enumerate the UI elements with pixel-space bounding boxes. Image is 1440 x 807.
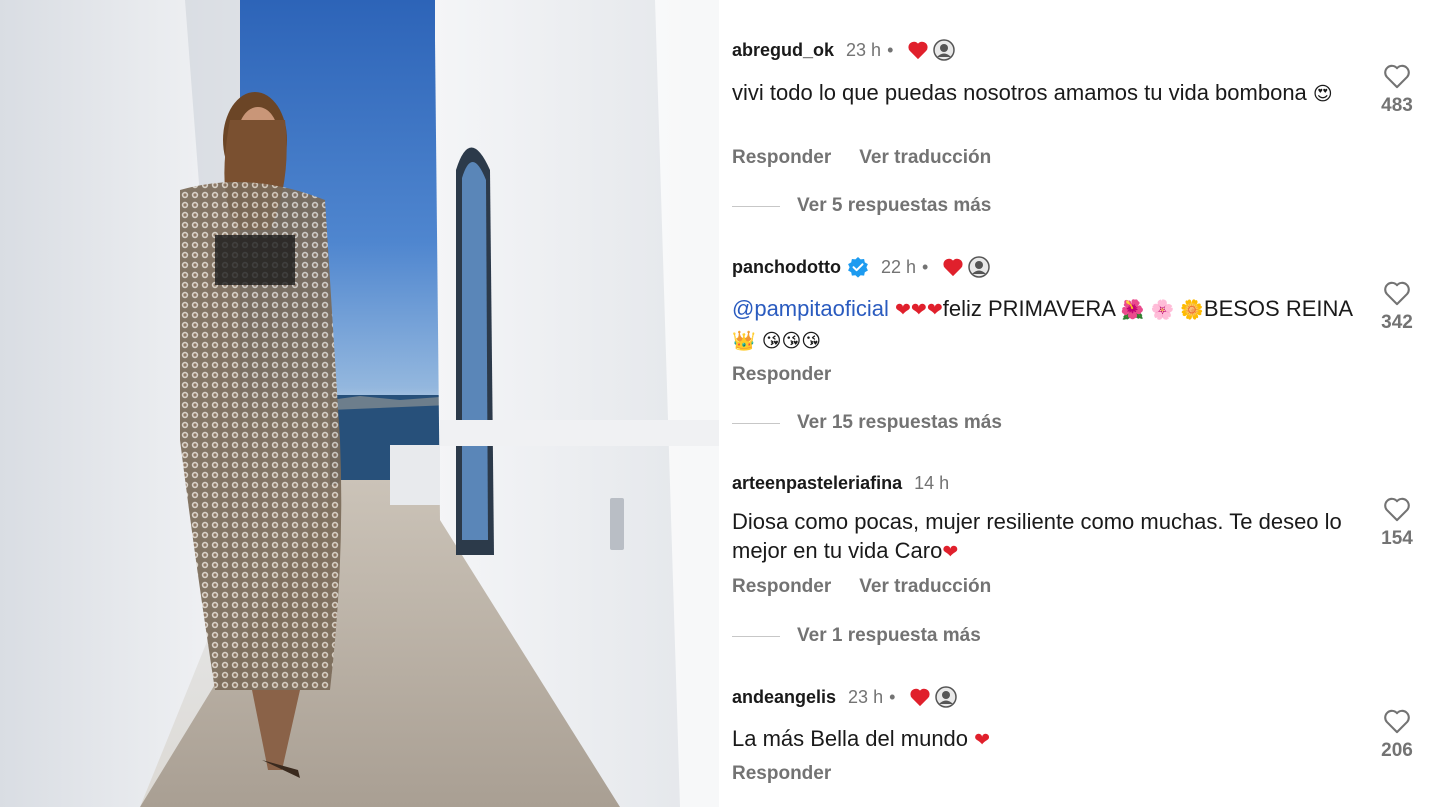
emoji: 😍 (1312, 83, 1333, 105)
comment-text-part: feliz PRIMAVERA (942, 296, 1121, 321)
author-avatar-icon (935, 686, 958, 708)
comment-time: 23 h (846, 39, 882, 60)
emoji: 👑 😘😘😘 (732, 330, 822, 352)
comment-text-part: vivi todo lo que puedas nosotros amamos … (732, 80, 1313, 105)
view-replies[interactable]: Ver 15 respuestas más (732, 412, 1002, 434)
replies-divider (732, 635, 780, 637)
heart-outline-icon[interactable] (1383, 280, 1411, 306)
reply-button[interactable]: Responder (732, 763, 831, 785)
like-control: 154 (1372, 496, 1422, 550)
separator-dot: • (889, 686, 896, 707)
like-count: 483 (1381, 95, 1413, 116)
author-avatar-icon (968, 256, 991, 278)
comment-text: La más Bella del mundo ❤ (732, 724, 1362, 755)
verified-badge-icon (847, 256, 869, 278)
comment-meta: abregud_ok 23 h • (732, 37, 956, 63)
comment-meta: arteenpasteleriafina 14 h (732, 470, 949, 496)
comment-username[interactable]: arteenpasteleriafina (732, 473, 902, 494)
comment-time: 22 h (880, 256, 917, 277)
comment-meta: andeangelis 23 h • (732, 684, 958, 710)
comment-meta: panchodotto 22 h • (732, 254, 991, 280)
heart-outline-icon[interactable] (1383, 708, 1411, 734)
like-count: 206 (1381, 740, 1413, 761)
reply-button[interactable]: Responder (732, 576, 831, 598)
comment-actions: Responder (732, 364, 859, 386)
heart-filled-icon (907, 40, 929, 60)
heart-filled-icon (942, 257, 964, 277)
reply-button[interactable]: Responder (732, 364, 831, 386)
comment-actions: Responder (732, 763, 859, 785)
emoji: 🌺 🌸 🌼 (1120, 299, 1204, 321)
comments-panel: abregud_ok 23 h • vivi todo lo que pueda… (719, 0, 1440, 807)
like-count: 154 (1381, 528, 1413, 549)
separator-dot: • (922, 256, 929, 277)
view-replies-label[interactable]: Ver 15 respuestas más (797, 412, 1002, 434)
like-control: 206 (1372, 708, 1422, 762)
comment-item: andeangelis 23 h • La más Bella del mund… (732, 684, 1422, 807)
translate-button[interactable]: Ver traducción (859, 147, 991, 169)
post-photo (0, 0, 719, 807)
comment-item: arteenpasteleriafina 14 h Diosa como poc… (732, 470, 1422, 655)
heart-filled-icon (909, 687, 931, 707)
comment-username[interactable]: panchodotto (732, 257, 841, 278)
translate-button[interactable]: Ver traducción (859, 576, 991, 598)
view-replies[interactable]: Ver 1 respuesta más (732, 625, 981, 647)
emoji: ❤ (974, 729, 991, 751)
comment-text-part: La más Bella del mundo (732, 726, 975, 751)
separator-dot: • (887, 39, 894, 60)
comment-actions: Responder Ver traducción (732, 147, 1019, 169)
reply-button[interactable]: Responder (732, 147, 831, 169)
comment-text: vivi todo lo que puedas nosotros amamos … (732, 78, 1362, 109)
heart-outline-icon[interactable] (1383, 63, 1411, 89)
comment-username[interactable]: abregud_ok (732, 40, 834, 61)
comment-time: 23 h (848, 686, 884, 707)
mention-link[interactable]: @pampitaoficial (732, 296, 889, 321)
like-control: 483 (1372, 63, 1422, 117)
emoji: ❤ (942, 541, 959, 563)
view-replies-label[interactable]: Ver 1 respuesta más (797, 625, 981, 647)
comment-text-part: Diosa como pocas, mujer resiliente como … (732, 509, 1342, 563)
comment-text-part: BESOS REINA (1203, 296, 1352, 321)
photo-illustration (0, 0, 719, 807)
comment-actions: Responder Ver traducción (732, 576, 1019, 598)
comment-username[interactable]: andeangelis (732, 687, 836, 708)
view-replies[interactable]: Ver 5 respuestas más (732, 195, 991, 217)
replies-divider (732, 422, 780, 424)
comment-time: 14 h (914, 472, 950, 493)
comment-item: panchodotto 22 h • @pampitaoficial ❤❤❤fe… (732, 254, 1422, 439)
like-control: 342 (1372, 280, 1422, 334)
view-replies-label[interactable]: Ver 5 respuestas más (797, 195, 991, 217)
replies-divider (732, 205, 780, 207)
like-count: 342 (1381, 312, 1413, 333)
comment-text: Diosa como pocas, mujer resiliente como … (732, 507, 1362, 567)
comment-item: abregud_ok 23 h • vivi todo lo que pueda… (732, 37, 1422, 222)
emoji: ❤❤❤ (894, 299, 943, 321)
heart-outline-icon[interactable] (1383, 496, 1411, 522)
author-avatar-icon (933, 39, 956, 61)
comment-text: @pampitaoficial ❤❤❤feliz PRIMAVERA 🌺 🌸 🌼… (732, 294, 1362, 356)
